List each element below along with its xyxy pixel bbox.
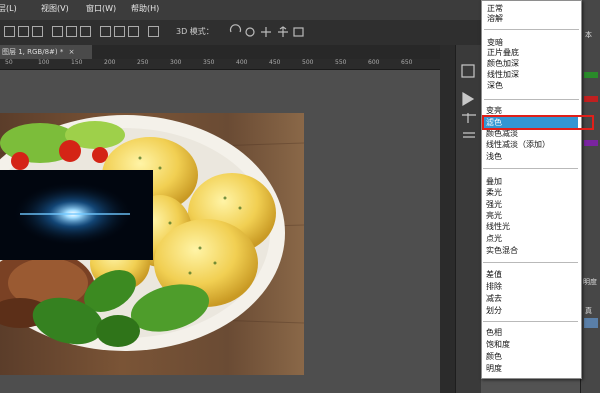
scale-3d-icon xyxy=(293,27,304,37)
blend-option-hard-light[interactable]: 强光 xyxy=(486,200,502,209)
close-icon[interactable]: × xyxy=(69,48,75,56)
ruler-number: 200 xyxy=(104,59,116,66)
drag-3d-icon xyxy=(261,27,271,37)
rotate-3d-icon xyxy=(229,24,242,33)
selection-outline xyxy=(482,115,594,130)
blend-option-exclusion[interactable]: 排除 xyxy=(486,282,502,291)
slide-3d-icon xyxy=(278,26,288,37)
menu-window[interactable]: 窗口(W) xyxy=(86,3,116,14)
food-photo xyxy=(0,113,304,375)
blend-option-lighten[interactable]: 变亮 xyxy=(486,106,502,115)
distribute-hcenter-icon[interactable] xyxy=(114,26,125,37)
blend-option-luminosity[interactable]: 明度 xyxy=(486,364,502,373)
panel-label: 真 xyxy=(585,307,592,315)
ruler-number: 400 xyxy=(236,59,248,66)
blend-option-hue[interactable]: 色相 xyxy=(486,328,502,337)
blend-option-subtract[interactable]: 减去 xyxy=(486,294,502,303)
align-left-icon[interactable] xyxy=(4,26,15,37)
ruler-number: 500 xyxy=(302,59,314,66)
panel-icons xyxy=(461,64,476,138)
distribute-top-icon[interactable] xyxy=(52,26,63,37)
ruler-number: 100 xyxy=(38,59,50,66)
blend-option-linear-light[interactable]: 线性光 xyxy=(486,222,510,231)
align-center-icon[interactable] xyxy=(18,26,29,37)
document-tab-title: 图层 1, RGB/8#) * xyxy=(2,48,64,56)
blend-option-soft-light[interactable]: 柔光 xyxy=(486,188,502,197)
ruler-number: 550 xyxy=(335,59,347,66)
menu-view[interactable]: 视图(V) xyxy=(41,3,69,14)
layer-swatch-green xyxy=(584,72,598,78)
blend-option-color-dodge[interactable]: 颜色减淡 xyxy=(486,129,518,138)
mode-3d-label: 3D 模式： xyxy=(176,27,214,36)
blend-option-difference[interactable]: 差值 xyxy=(486,270,502,279)
align-right-icon[interactable] xyxy=(32,26,43,37)
blend-option-hard-mix[interactable]: 实色混合 xyxy=(486,246,518,255)
blend-option-divide[interactable]: 划分 xyxy=(486,306,502,315)
auto-align-icon[interactable] xyxy=(148,26,159,37)
roll-3d-icon xyxy=(245,27,255,37)
ruler-number: 50 xyxy=(5,59,13,66)
food-photo-illustration xyxy=(0,115,304,351)
ruler-number: 450 xyxy=(269,59,281,66)
ruler-top: 50 100 150 200 250 300 350 400 450 500 5… xyxy=(0,59,440,70)
blend-option-color[interactable]: 颜色 xyxy=(486,352,502,361)
ruler-number: 300 xyxy=(170,59,182,66)
ruler-number: 600 xyxy=(368,59,380,66)
ruler-number: 150 xyxy=(71,59,83,66)
blend-option-overlay[interactable]: 叠加 xyxy=(486,177,502,186)
blend-option-linear-dodge[interactable]: 线性减淡（添加） xyxy=(486,140,550,149)
tools-panel-collapsed xyxy=(455,45,481,393)
layer-swatch-purple xyxy=(584,140,598,146)
paragraph-icon xyxy=(463,132,475,138)
blend-option-pin-light[interactable]: 点光 xyxy=(486,234,502,243)
ruler-number: 650 xyxy=(401,59,413,66)
ruler-number: 250 xyxy=(137,59,149,66)
layer-thumb[interactable] xyxy=(584,318,598,328)
history-icon xyxy=(461,64,475,78)
document-tab[interactable]: 图层 1, RGB/8#) * × xyxy=(0,45,92,59)
distribute-right-icon[interactable] xyxy=(128,26,139,37)
divider xyxy=(483,321,578,322)
play-icon xyxy=(462,91,475,107)
menu-help[interactable]: 帮助(H) xyxy=(131,3,159,14)
ruler-number: 350 xyxy=(203,59,215,66)
character-icon xyxy=(462,113,476,123)
panel-label: 本 xyxy=(585,31,592,39)
blend-option-lighter-color[interactable]: 浅色 xyxy=(486,152,502,161)
blend-option-saturation[interactable]: 饱和度 xyxy=(486,340,510,349)
layer-swatch-red xyxy=(584,96,598,102)
divider xyxy=(483,168,578,169)
distribute-bottom-icon[interactable] xyxy=(80,26,91,37)
panel-label: 明度 xyxy=(583,278,597,286)
menu-layer[interactable]: 层(L) xyxy=(0,3,17,14)
blend-option-vivid-light[interactable]: 亮光 xyxy=(486,211,502,220)
panel-collapse-strip xyxy=(440,45,455,393)
divider xyxy=(483,262,578,263)
layers-panel-edge: 本 明度 真 xyxy=(580,0,600,393)
3d-tools-icons[interactable] xyxy=(228,24,308,40)
distribute-middle-icon[interactable] xyxy=(66,26,77,37)
distribute-left-icon[interactable] xyxy=(100,26,111,37)
blend-mode-list-lower: 变亮 滤色 颜色减淡 线性减淡（添加） 浅色 叠加 柔光 强光 亮光 线性光 点… xyxy=(481,0,582,379)
